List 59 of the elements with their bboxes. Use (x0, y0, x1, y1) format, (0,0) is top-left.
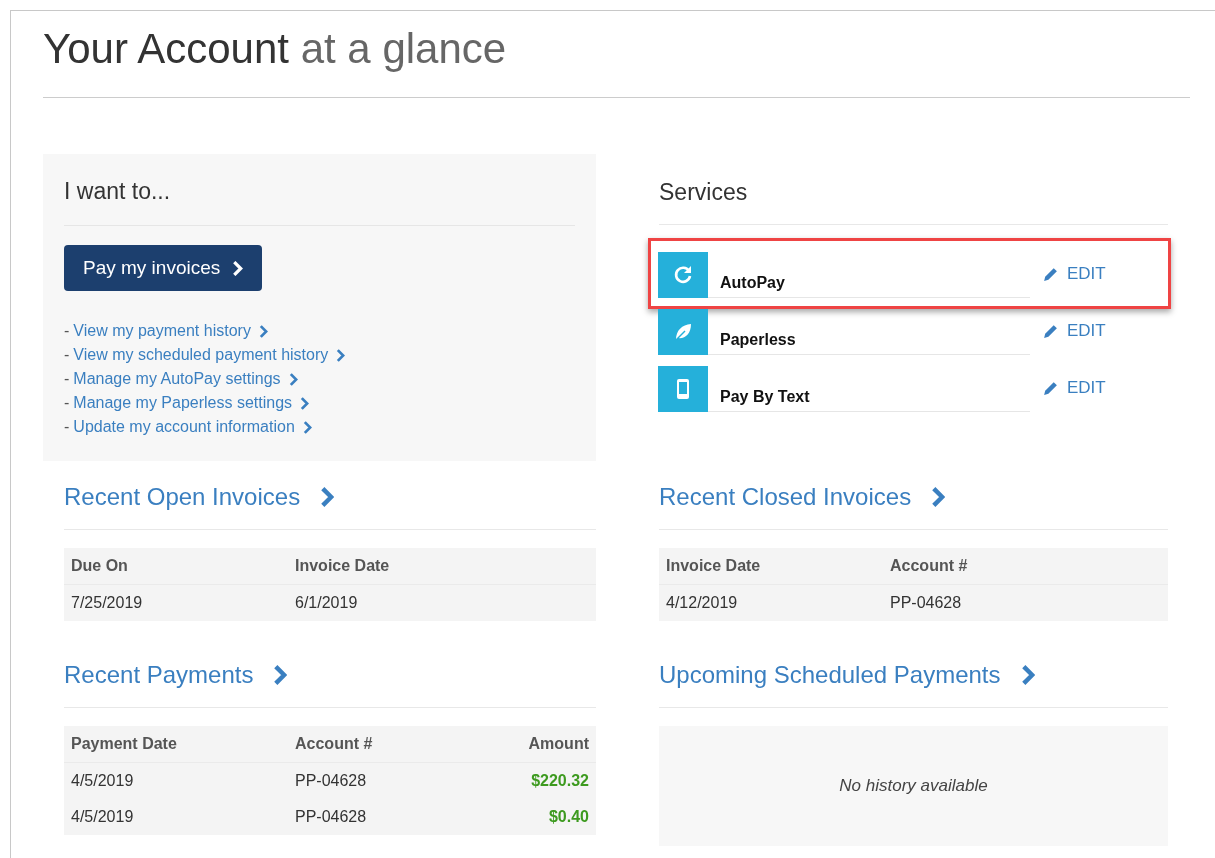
leaf-icon (658, 309, 708, 355)
chevron-icon (302, 420, 312, 434)
refresh-icon (658, 252, 708, 298)
column-header: Invoice Date (659, 548, 883, 585)
section-link[interactable]: Recent Payments (64, 661, 254, 689)
page-subtitle: at a glance (300, 25, 507, 72)
chevron-icon (273, 665, 288, 685)
table-cell: PP-04628 (288, 799, 458, 835)
column-header: Invoice Date (288, 548, 596, 585)
pencil-icon (1042, 265, 1059, 283)
table-cell: 4/12/2019 (659, 584, 883, 621)
column-header: Account # (883, 548, 1168, 585)
empty-message: No history available (839, 776, 988, 796)
pencil-icon (1042, 379, 1059, 397)
table-cell: $220.32 (457, 762, 596, 799)
table-cell: 7/25/2019 (64, 584, 288, 621)
table-cell: 4/5/2019 (64, 799, 288, 835)
service-name: Paperless (708, 331, 1030, 355)
list-dash: - (64, 393, 70, 413)
pay-invoices-button[interactable]: Pay my invoices (64, 245, 263, 291)
chevron-icon (258, 324, 268, 338)
column-header: Account # (288, 726, 458, 763)
chevron-icon (232, 260, 244, 276)
table-cell: 6/1/2019 (288, 584, 596, 621)
service-name: Pay By Text (708, 388, 1030, 412)
chevron-icon (1020, 665, 1035, 685)
action-link[interactable]: Manage my Paperless settings (73, 391, 293, 415)
column-header: Amount (457, 726, 596, 763)
chevron-icon (336, 348, 346, 362)
action-link[interactable]: View my payment history (73, 319, 251, 343)
table-cell: 4/5/2019 (64, 762, 288, 799)
section-link[interactable]: Recent Open Invoices (64, 483, 301, 511)
column-header: Payment Date (64, 726, 288, 763)
chevron-icon (320, 487, 335, 507)
list-dash: - (64, 417, 70, 437)
pencil-icon (1042, 322, 1059, 340)
panel-heading: I want to... (64, 178, 172, 205)
section-link[interactable]: Recent Closed Invoices (659, 483, 912, 511)
list-dash: - (64, 345, 70, 365)
chevron-icon (931, 487, 946, 507)
action-link[interactable]: Manage my AutoPay settings (73, 367, 281, 391)
chevron-icon (300, 396, 310, 410)
section-heading: Services (659, 179, 749, 206)
list-dash: - (64, 321, 70, 341)
table-cell: PP-04628 (288, 762, 458, 799)
action-link[interactable]: Update my account information (73, 415, 295, 439)
edit-link[interactable]: EDIT (1042, 264, 1106, 284)
section-link[interactable]: Upcoming Scheduled Payments (659, 661, 1001, 689)
chevron-icon (288, 372, 298, 386)
table-cell: $0.40 (457, 799, 596, 835)
page-title: Your Account (43, 25, 289, 72)
column-header: Due On (64, 548, 288, 585)
action-link[interactable]: View my scheduled payment history (73, 343, 329, 367)
service-name: AutoPay (708, 274, 1030, 298)
edit-link[interactable]: EDIT (1042, 321, 1106, 341)
phone-icon (658, 366, 708, 412)
list-dash: - (64, 369, 70, 389)
edit-link[interactable]: EDIT (1042, 378, 1106, 398)
table-cell: PP-04628 (883, 584, 1168, 621)
